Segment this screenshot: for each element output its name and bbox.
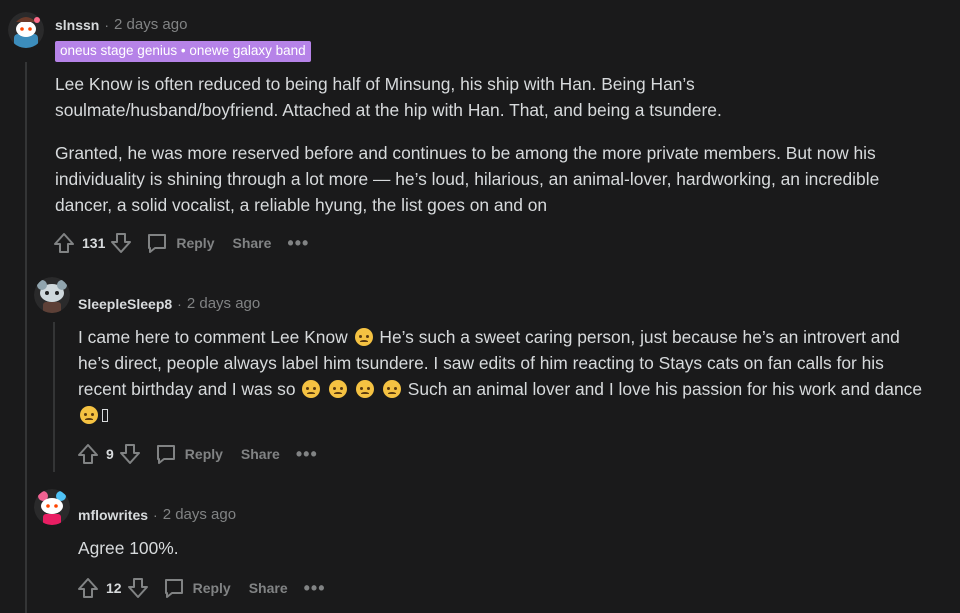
vote-count: 131 (82, 235, 106, 251)
upvote-button[interactable] (76, 442, 100, 466)
comment-actions: 12 Reply Share ••• (76, 576, 326, 600)
comment-3: mflowrites · 2 days ago Agree 100%. 12 R… (0, 480, 960, 613)
avatar[interactable] (34, 277, 70, 313)
comment-text-segment: I came here to comment Lee Know (78, 327, 348, 347)
reply-label: Reply (184, 446, 223, 462)
more-options-button[interactable]: ••• (296, 445, 318, 463)
comment-bubble-icon (148, 234, 167, 253)
timestamp[interactable]: 2 days ago (163, 506, 236, 523)
snoo-avatar-icon (8, 12, 44, 48)
user-flair: oneus stage genius • onewe galaxy band (55, 41, 311, 62)
comment-text: Agree 100%. (78, 538, 179, 558)
comment-text-segment: He’s such a sweet caring person, just be… (379, 327, 900, 347)
downvote-icon (127, 578, 148, 598)
pleading-face-emoji-icon (302, 380, 321, 398)
upvote-button[interactable] (52, 231, 76, 255)
upvote-icon (78, 578, 98, 598)
comment-bubble-icon (164, 579, 183, 598)
comment-body: Lee Know is often reduced to being half … (55, 71, 945, 218)
comment-text-segment: recent birthday and I was so (78, 379, 296, 399)
separator: · (153, 506, 158, 523)
reply-button[interactable]: Reply (145, 231, 214, 255)
comment-body: Agree 100%. (78, 535, 953, 561)
comment-text: I came here to comment Lee Know He’s suc… (78, 324, 953, 428)
upvote-icon (54, 233, 74, 253)
downvote-icon (119, 444, 140, 464)
reply-button[interactable]: Reply (162, 576, 231, 600)
comment-text-segment: Such an animal lover and I love his pass… (407, 379, 923, 399)
upvote-icon (78, 444, 98, 464)
downvote-button[interactable] (109, 231, 133, 255)
comment-meta: SleepleSleep8 · 2 days ago (78, 295, 260, 312)
snoo-avatar-icon (34, 277, 70, 313)
downvote-button[interactable] (118, 442, 142, 466)
username[interactable]: mflowrites (78, 507, 148, 523)
username[interactable]: slnssn (55, 17, 99, 33)
reply-label: Reply (192, 580, 231, 596)
avatar[interactable] (8, 12, 44, 48)
timestamp[interactable]: 2 days ago (114, 16, 187, 33)
more-options-button[interactable]: ••• (304, 579, 326, 597)
more-options-button[interactable]: ••• (287, 234, 309, 252)
comment-actions: 131 Reply Share ••• (52, 231, 309, 255)
separator: · (177, 295, 182, 312)
upvote-button[interactable] (76, 576, 100, 600)
pleading-face-emoji-icon (329, 380, 348, 398)
share-button[interactable]: Share (232, 235, 271, 251)
comment-text-segment: he’s direct, people always label him tsu… (78, 353, 884, 373)
pleading-face-emoji-icon (382, 380, 401, 398)
comment-2: SleepleSleep8 · 2 days ago I came here t… (0, 270, 960, 480)
share-button[interactable]: Share (249, 580, 288, 596)
comment-actions: 9 Reply Share ••• (76, 442, 318, 466)
comment-body: I came here to comment Lee Know He’s suc… (78, 324, 953, 428)
pleading-face-emoji-icon (356, 380, 375, 398)
comment-paragraph: Granted, he was more reserved before and… (55, 143, 880, 215)
comment-1: slnssn · 2 days ago oneus stage genius •… (0, 0, 960, 270)
reply-label: Reply (176, 235, 215, 251)
downvote-icon (111, 233, 132, 253)
share-button[interactable]: Share (241, 446, 280, 462)
timestamp[interactable]: 2 days ago (187, 295, 260, 312)
separator: · (104, 16, 110, 33)
username[interactable]: SleepleSleep8 (78, 296, 172, 312)
vote-count: 12 (106, 580, 122, 596)
pleading-face-emoji-icon (80, 406, 98, 424)
comment-bubble-icon (156, 445, 175, 464)
missing-glyph-icon (102, 409, 108, 422)
avatar[interactable] (34, 489, 70, 525)
snoo-avatar-icon (34, 489, 70, 525)
comment-meta: mflowrites · 2 days ago (78, 506, 236, 523)
comment-meta: slnssn · 2 days ago (55, 16, 187, 33)
reply-button[interactable]: Reply (154, 442, 223, 466)
downvote-button[interactable] (126, 576, 150, 600)
comment-paragraph: Lee Know is often reduced to being half … (55, 74, 722, 120)
pleading-face-emoji-icon (354, 328, 373, 346)
vote-count: 9 (106, 446, 114, 462)
